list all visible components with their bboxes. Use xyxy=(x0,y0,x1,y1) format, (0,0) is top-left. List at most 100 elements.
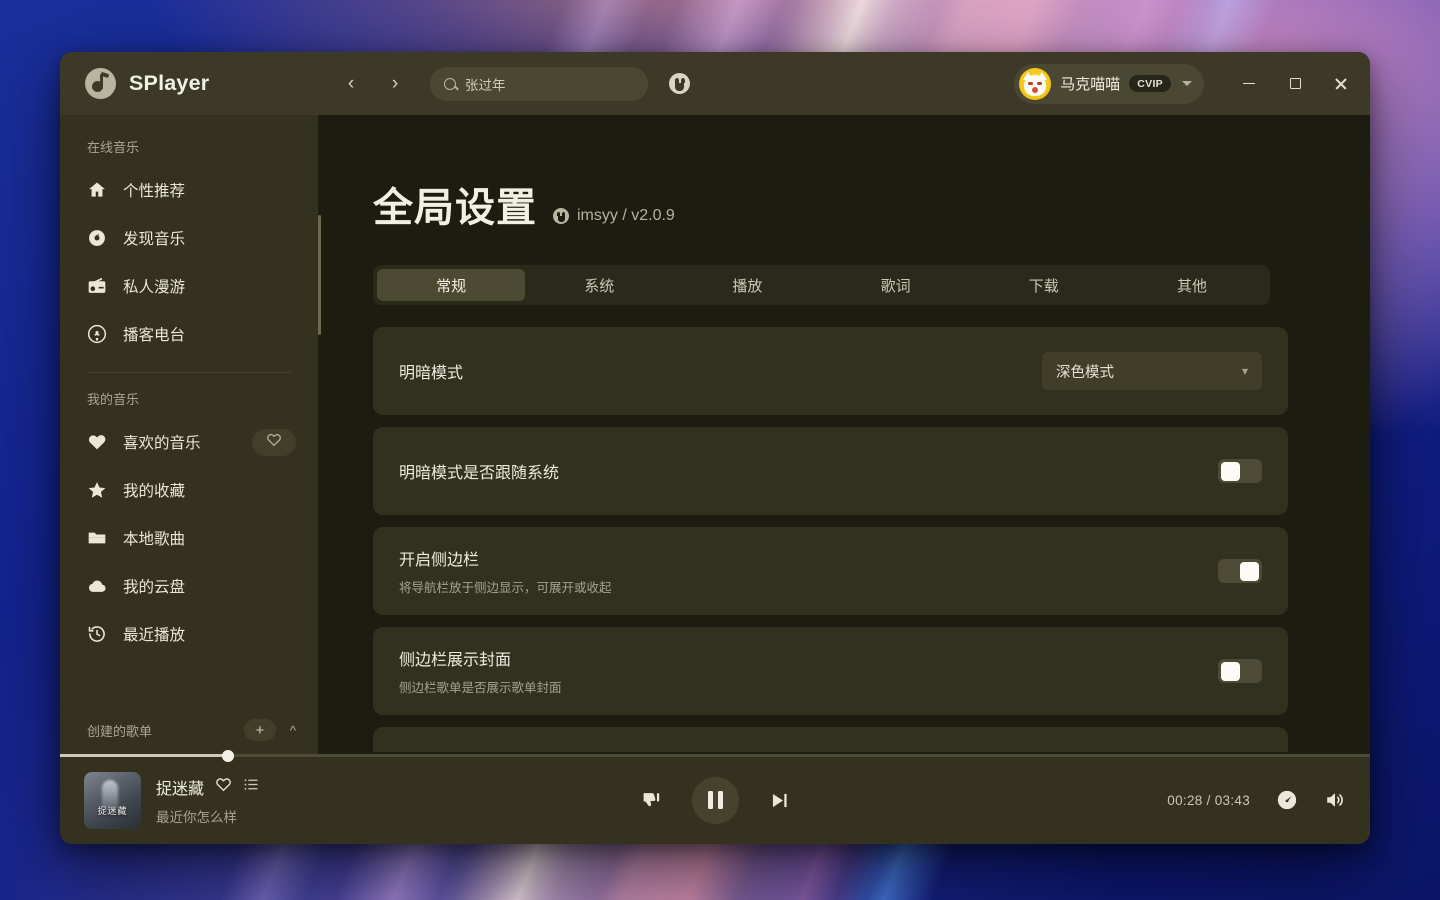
volume-icon[interactable] xyxy=(1324,789,1346,811)
chevron-up-icon[interactable]: ^ xyxy=(290,723,296,738)
sidebar-item-label: 个性推荐 xyxy=(123,183,186,200)
theme-mode-select[interactable]: 深色模式 ▾ xyxy=(1042,352,1262,390)
setting-row-follow-system: 明暗模式是否跟随系统 xyxy=(373,427,1288,515)
heart-outline-icon xyxy=(266,432,282,453)
sidebar-item-label: 我的云盘 xyxy=(123,579,186,596)
settings-list: 明暗模式 深色模式 ▾ 明暗模式是否跟随系统 开启侧边栏 将导航栏放于侧边显示，… xyxy=(373,327,1288,752)
setting-row-sidebar-cover: 侧边栏展示封面 侧边栏歌单是否展示歌单封面 xyxy=(373,627,1288,715)
app-title: SPlayer xyxy=(129,71,210,95)
sidebar-cover-toggle[interactable] xyxy=(1218,659,1262,683)
playback-progress-handle[interactable] xyxy=(221,749,234,762)
add-playlist-button[interactable]: + xyxy=(243,719,276,741)
page-meta: imsyy / v2.0.9 xyxy=(553,207,675,233)
sidebar-item-discover[interactable]: 发现音乐 xyxy=(74,216,304,260)
chevron-left-icon[interactable]: ‹ xyxy=(337,70,365,98)
sidebar-item-recommend[interactable]: 个性推荐 xyxy=(74,168,304,212)
setting-title: 明暗模式 xyxy=(399,365,464,382)
search-icon xyxy=(444,77,456,90)
sidebar-item-roaming[interactable]: 私人漫游 xyxy=(74,264,304,308)
list-icon[interactable] xyxy=(243,776,260,798)
star-icon xyxy=(87,480,107,500)
sidebar-item-local[interactable]: 本地歌曲 xyxy=(74,516,304,560)
avatar xyxy=(1019,67,1052,100)
setting-title: 开启侧边栏 xyxy=(399,552,480,569)
nav-arrows: ‹ › xyxy=(337,70,409,98)
theme-mode-value: 深色模式 xyxy=(1056,364,1114,381)
main-content: 全局设置 imsyy / v2.0.9 常规 系统 播放 歌词 下载 其他 明暗… xyxy=(318,115,1370,756)
music-note-icon xyxy=(85,68,116,99)
splayer-window: SPlayer ‹ › 张过年 马克喵喵 CVIP 在线音乐 个性推荐 发现音乐… xyxy=(60,52,1370,844)
album-cover[interactable]: 捉迷藏 xyxy=(84,771,141,829)
minimize-icon xyxy=(1243,82,1255,85)
window-body: 在线音乐 个性推荐 发现音乐 私人漫游 播客电台 我的音乐 喜欢的音乐 我的收藏… xyxy=(60,115,1370,756)
album-cover-text: 捉迷藏 xyxy=(97,805,128,816)
cloud-icon xyxy=(87,576,107,596)
user-profile-button[interactable]: 马克喵喵 CVIP xyxy=(1014,63,1204,104)
now-playing: 捉迷藏 捉迷藏 最近你怎么样 xyxy=(84,771,414,829)
disc-icon xyxy=(87,228,107,248)
settings-tabs: 常规 系统 播放 歌词 下载 其他 xyxy=(373,265,1270,305)
liked-count-badge[interactable] xyxy=(252,428,296,456)
tab-download[interactable]: 下载 xyxy=(970,269,1118,301)
minimize-button[interactable] xyxy=(1226,52,1272,115)
playback-progress-track[interactable] xyxy=(60,749,1370,762)
created-playlists-header: 创建的歌单 + ^ xyxy=(60,704,318,756)
search-input-value: 张过年 xyxy=(465,77,506,93)
github-icon[interactable] xyxy=(669,73,690,94)
created-playlists-label: 创建的歌单 xyxy=(87,723,153,739)
content-scroll-indicator[interactable] xyxy=(318,215,321,335)
podcast-icon xyxy=(87,324,107,344)
sidebar-divider xyxy=(87,372,291,373)
history-icon xyxy=(87,624,107,644)
chevron-right-icon[interactable]: › xyxy=(381,70,409,98)
tab-system[interactable]: 系统 xyxy=(525,269,673,301)
thumbs-down-icon[interactable] xyxy=(641,790,662,811)
track-info: 捉迷藏 最近你怎么样 xyxy=(156,775,260,826)
sidebar-item-recent[interactable]: 最近播放 xyxy=(74,612,304,656)
enable-sidebar-toggle[interactable] xyxy=(1218,559,1262,583)
sidebar-item-cloud[interactable]: 我的云盘 xyxy=(74,564,304,608)
sidebar-item-label: 播客电台 xyxy=(123,327,186,344)
track-artist: 最近你怎么样 xyxy=(156,809,237,825)
setting-row-partial xyxy=(373,727,1288,752)
player-right-controls: 00:28 / 03:43 xyxy=(1016,789,1346,811)
sidebar-section-online: 在线音乐 xyxy=(87,140,140,155)
maximize-icon xyxy=(1289,78,1301,89)
player-bar: 捉迷藏 捉迷藏 最近你怎么样 00:28 / 03:43 xyxy=(60,749,1370,844)
page-title: 全局设置 xyxy=(373,186,537,230)
tab-general[interactable]: 常规 xyxy=(377,269,526,301)
tab-playback[interactable]: 播放 xyxy=(673,269,821,301)
search-wrap: 张过年 xyxy=(430,66,648,101)
tab-other[interactable]: 其他 xyxy=(1118,269,1266,301)
version-text: imsyy / v2.0.9 xyxy=(577,207,675,224)
close-button[interactable] xyxy=(1318,52,1364,115)
setting-title: 侧边栏展示封面 xyxy=(399,652,512,669)
sidebar-item-podcast[interactable]: 播客电台 xyxy=(74,312,304,356)
follow-system-toggle[interactable] xyxy=(1218,459,1262,483)
setting-text: 明暗模式 xyxy=(399,359,463,383)
setting-text: 明暗模式是否跟随系统 xyxy=(399,459,559,483)
close-icon xyxy=(1334,77,1348,91)
sidebar-item-collection[interactable]: 我的收藏 xyxy=(74,468,304,512)
maximize-button[interactable] xyxy=(1272,52,1318,115)
next-track-icon[interactable] xyxy=(769,790,790,811)
sidebar-item-label: 喜欢的音乐 xyxy=(123,435,201,452)
search-input[interactable]: 张过年 xyxy=(430,66,648,101)
track-title: 捉迷藏 xyxy=(156,780,205,798)
setting-description: 将导航栏放于侧边显示，可展开或收起 xyxy=(399,581,612,595)
pause-icon xyxy=(707,791,713,809)
sidebar-item-label: 最近播放 xyxy=(123,627,186,644)
sidebar-section-mine: 我的音乐 xyxy=(87,392,140,407)
sidebar-item-label: 本地歌曲 xyxy=(123,531,186,548)
home-icon xyxy=(87,180,107,200)
speed-gauge-icon[interactable] xyxy=(1276,789,1298,811)
sidebar-item-liked[interactable]: 喜欢的音乐 xyxy=(74,420,304,464)
setting-row-theme-mode: 明暗模式 深色模式 ▾ xyxy=(373,327,1288,415)
folder-icon xyxy=(87,528,107,548)
play-pause-button[interactable] xyxy=(691,776,739,824)
heart-outline-icon[interactable] xyxy=(215,776,232,798)
page-header: 全局设置 imsyy / v2.0.9 xyxy=(318,115,1370,233)
app-brand: SPlayer xyxy=(60,68,318,99)
sidebar-item-label: 私人漫游 xyxy=(123,279,186,296)
tab-lyrics[interactable]: 歌词 xyxy=(822,269,970,301)
